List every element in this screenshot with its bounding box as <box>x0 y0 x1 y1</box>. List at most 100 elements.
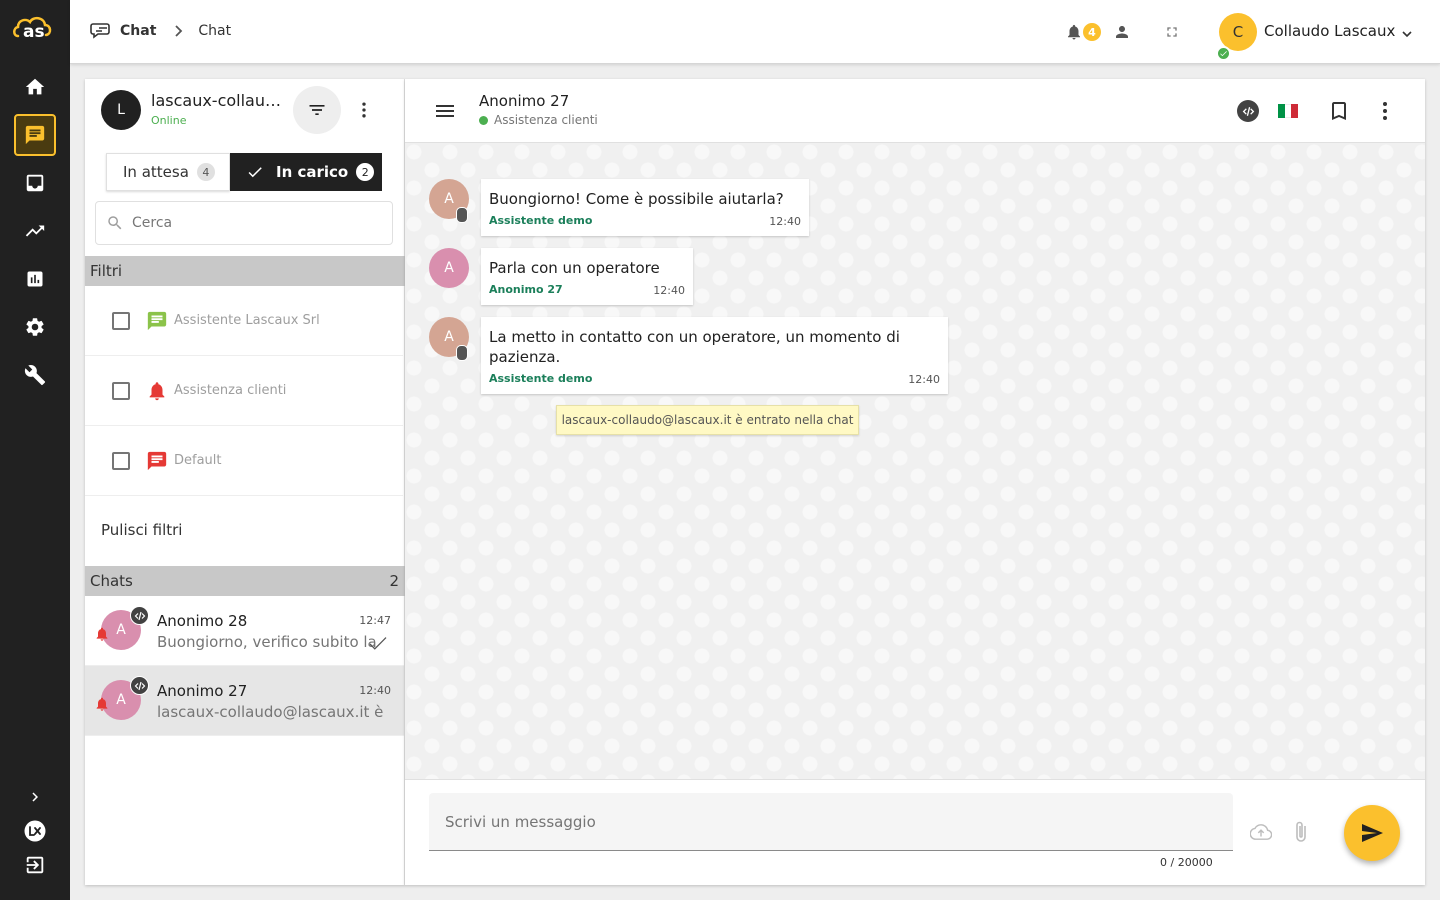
filter-label: Assistente Lascaux Srl <box>174 313 320 328</box>
breadcrumb-item[interactable]: Chat <box>120 23 156 39</box>
chat-panel: Anonimo 27 Assistenza clienti A Buongior… <box>405 79 1425 885</box>
chat-department: Assistenza clienti <box>479 113 598 127</box>
check-icon <box>1220 51 1227 57</box>
nav-settings[interactable] <box>14 306 56 348</box>
chat-menu-button[interactable] <box>433 99 457 127</box>
clear-filters-button[interactable]: Pulisci filtri <box>101 521 182 539</box>
chat-icon <box>25 125 45 145</box>
chat-list-item[interactable]: A Anonimo 28 12:47 Buongiorno, verifico … <box>85 596 404 666</box>
chats-header: Chats 2 <box>85 566 405 596</box>
nav-reports[interactable] <box>14 258 56 300</box>
person-icon <box>1116 26 1128 38</box>
filter-button[interactable] <box>293 86 341 134</box>
filter-icon <box>309 105 325 115</box>
widget-code-button[interactable] <box>1237 100 1259 122</box>
chat-name: Anonimo 27 <box>157 682 248 700</box>
bell-icon <box>94 696 110 716</box>
flag-stripe <box>1291 104 1299 118</box>
nav-inbox[interactable] <box>14 162 56 204</box>
agent-status: Online <box>151 114 187 127</box>
agent-more-button[interactable] <box>352 98 376 122</box>
fullscreen-icon <box>1167 27 1177 37</box>
user-name[interactable]: Collaudo Lascaux <box>1264 22 1395 40</box>
chat-more-button[interactable] <box>1373 99 1397 127</box>
filter-checkbox[interactable] <box>112 381 130 400</box>
tab-handling[interactable]: In carico 2 <box>230 153 382 191</box>
nav-expand[interactable] <box>14 780 56 814</box>
check-icon <box>368 636 388 656</box>
message-icon <box>146 310 168 332</box>
attach-button[interactable] <box>1294 820 1308 848</box>
home-icon <box>25 78 45 95</box>
wrench-icon <box>24 365 46 386</box>
message-composer: Scrivi un messaggio 0 / 20000 <box>405 779 1425 885</box>
nav-trends[interactable] <box>14 210 56 252</box>
fullscreen-button[interactable] <box>1160 20 1184 44</box>
robot-icon <box>456 207 468 223</box>
filter-checkbox[interactable] <box>112 451 130 470</box>
breadcrumb-chevron-icon <box>174 25 184 37</box>
tab-handling-label: In carico <box>276 163 349 181</box>
cloud-upload-button[interactable] <box>1249 823 1273 845</box>
online-dot <box>479 115 488 125</box>
message-time: 12:40 <box>769 215 801 228</box>
search-input[interactable]: Cerca <box>95 201 393 245</box>
bookmark-icon <box>1332 102 1346 120</box>
chat-list-item[interactable]: A Anonimo 27 12:40 lascaux-collaudo@lasc… <box>85 666 404 736</box>
filter-item[interactable]: Assistente Lascaux Srl <box>85 286 403 356</box>
nav-logout[interactable] <box>14 848 56 882</box>
filter-checkbox[interactable] <box>112 311 130 330</box>
nav-home[interactable] <box>14 66 56 108</box>
conversations-panel: L lascaux-collaudo@lascaux.it Online In … <box>85 79 405 885</box>
filters-header: Filtri <box>85 256 405 286</box>
user-online-status <box>1216 46 1231 61</box>
send-button[interactable] <box>1344 805 1400 861</box>
cloud-upload-icon <box>1249 824 1273 840</box>
filter-item[interactable]: Default <box>85 426 403 496</box>
filter-label: Assistenza clienti <box>174 383 287 398</box>
chat-time: 12:47 <box>359 614 391 627</box>
profile-button[interactable] <box>1110 20 1134 44</box>
tab-waiting[interactable]: In attesa 4 <box>106 153 230 191</box>
tab-waiting-count: 4 <box>196 163 215 181</box>
message-list[interactable]: A Buongiorno! Come è possibile aiutarla?… <box>405 143 1425 779</box>
italy-flag-icon[interactable] <box>1278 104 1299 118</box>
message-input[interactable]: Scrivi un messaggio <box>429 793 1233 851</box>
flag-stripe <box>1278 104 1285 118</box>
nav-chat[interactable] <box>14 114 56 156</box>
message-time: 12:40 <box>653 284 685 297</box>
chat-department-label: Assistenza clienti <box>494 113 598 127</box>
chat-preview: lascaux-collaudo@lascaux.it è <box>157 703 384 721</box>
notifications-badge: 4 <box>1081 21 1103 43</box>
bell-icon <box>146 380 168 402</box>
user-menu-toggle[interactable] <box>1401 25 1413 44</box>
system-message: lascaux-collaudo@lascaux.it è entrato ne… <box>556 405 859 435</box>
bar-chart-icon <box>27 271 43 287</box>
app-logo[interactable]: as <box>12 14 56 44</box>
search-placeholder: Cerca <box>132 215 173 231</box>
more-vertical-icon <box>362 102 366 118</box>
chat-contact-name: Anonimo 27 <box>479 92 570 110</box>
message-text: Parla con un operatore <box>489 259 660 277</box>
nav-tools[interactable] <box>14 354 56 396</box>
filter-label: Default <box>174 453 222 468</box>
chevron-right-icon <box>32 792 38 802</box>
message-text: Buongiorno! Come è possibile aiutarla? <box>489 190 784 208</box>
flag-stripe <box>1284 104 1292 118</box>
character-counter: 0 / 20000 <box>1160 856 1213 869</box>
chats-count: 2 <box>389 572 399 590</box>
chevron-down-icon <box>1402 31 1412 38</box>
inbox-icon <box>26 174 44 192</box>
message-bubble: Buongiorno! Come è possibile aiutarla? A… <box>481 179 809 236</box>
check-icon <box>246 163 264 181</box>
chat-bubbles-icon <box>90 23 110 39</box>
bell-icon <box>94 626 110 646</box>
gear-icon <box>26 318 44 336</box>
bookmark-button[interactable] <box>1327 99 1351 127</box>
more-vertical-icon <box>1383 102 1387 120</box>
filter-item[interactable]: Assistenza clienti <box>85 356 403 426</box>
message-text: La metto in contatto con un operatore, u… <box>489 328 900 366</box>
nav-lx[interactable] <box>14 814 56 848</box>
chats-title: Chats <box>90 572 133 590</box>
filters-title: Filtri <box>90 262 123 280</box>
